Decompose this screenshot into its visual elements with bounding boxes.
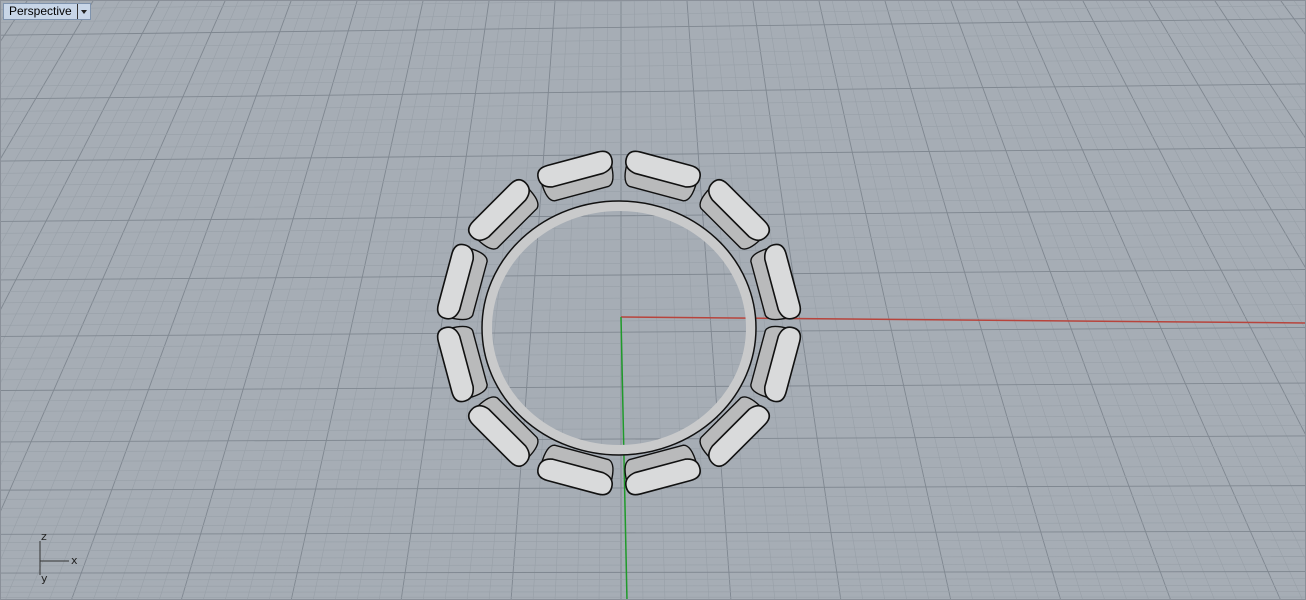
ring-link	[699, 179, 771, 250]
axis-y-label: y	[41, 572, 48, 585]
axes-widget: z x y	[39, 530, 78, 585]
axis-x-label: x	[71, 554, 78, 567]
ring-link	[750, 243, 802, 321]
viewport-canvas[interactable]: z x y	[1, 1, 1306, 600]
ring-link	[537, 150, 614, 202]
ring-model[interactable]	[435, 149, 802, 497]
viewport-title[interactable]: Perspective	[4, 4, 77, 19]
ring-link	[436, 243, 488, 321]
construction-grid	[1, 1, 1305, 599]
viewport-title-tab[interactable]: Perspective	[3, 3, 91, 20]
ring-link	[467, 396, 539, 467]
ring-link	[624, 150, 701, 202]
perspective-viewport[interactable]: z x y Perspective	[0, 0, 1306, 600]
axis-z-label: z	[41, 530, 47, 543]
ring-link	[467, 179, 539, 250]
chevron-down-icon[interactable]	[76, 4, 90, 19]
